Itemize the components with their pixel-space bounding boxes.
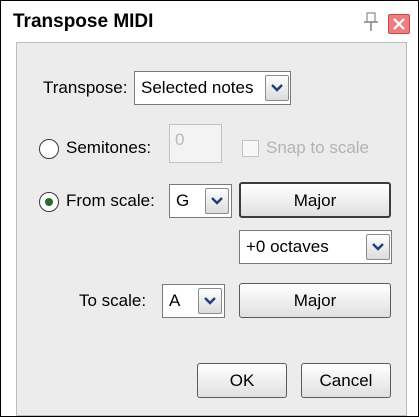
- pin-icon[interactable]: [362, 11, 380, 33]
- transpose-midi-dialog: Transpose MIDI Transpose: Selected notes: [0, 0, 419, 417]
- transpose-select-value: Selected notes: [141, 78, 254, 97]
- window-title: Transpose MIDI: [13, 11, 154, 32]
- chevron-down-icon[interactable]: [205, 188, 229, 214]
- chevron-down-icon[interactable]: [265, 75, 289, 101]
- octaves-select[interactable]: +0 octaves: [239, 230, 392, 264]
- title-bar[interactable]: Transpose MIDI: [2, 2, 417, 42]
- from-scale-key-value: G: [176, 191, 190, 210]
- semitones-radio[interactable]: [39, 139, 59, 159]
- radio-selected-dot: [45, 198, 53, 206]
- cancel-button[interactable]: Cancel: [301, 363, 391, 398]
- transpose-select[interactable]: Selected notes: [134, 71, 291, 105]
- to-scale-label: To scale:: [79, 291, 147, 310]
- cancel-button-label: Cancel: [319, 371, 373, 390]
- chevron-down-icon[interactable]: [366, 234, 390, 260]
- ok-button[interactable]: OK: [197, 363, 287, 398]
- from-scale-mode-button[interactable]: Major: [239, 182, 391, 218]
- semitones-label: Semitones:: [66, 138, 152, 157]
- transpose-label: Transpose:: [43, 78, 128, 97]
- dialog-body: Transpose: Selected notes Semitones: 0 S…: [16, 42, 407, 416]
- from-scale-mode-label: Major: [293, 191, 337, 210]
- snap-to-scale-label: Snap to scale: [266, 138, 370, 157]
- from-scale-radio[interactable]: [39, 192, 59, 212]
- snap-to-scale-checkbox[interactable]: [242, 140, 259, 157]
- to-scale-mode-label: Major: [293, 291, 337, 310]
- to-scale-key-value: A: [169, 291, 181, 310]
- to-scale-key-select[interactable]: A: [162, 284, 225, 318]
- close-icon[interactable]: [388, 14, 410, 34]
- to-scale-mode-button[interactable]: Major: [239, 283, 391, 318]
- from-scale-key-select[interactable]: G: [169, 184, 232, 218]
- octaves-value: +0 octaves: [246, 237, 329, 256]
- from-scale-label: From scale:: [66, 191, 155, 210]
- ok-button-label: OK: [229, 371, 255, 390]
- semitones-input[interactable]: 0: [169, 124, 222, 163]
- semitones-input-value: 0: [175, 130, 185, 149]
- chevron-down-icon[interactable]: [198, 288, 222, 314]
